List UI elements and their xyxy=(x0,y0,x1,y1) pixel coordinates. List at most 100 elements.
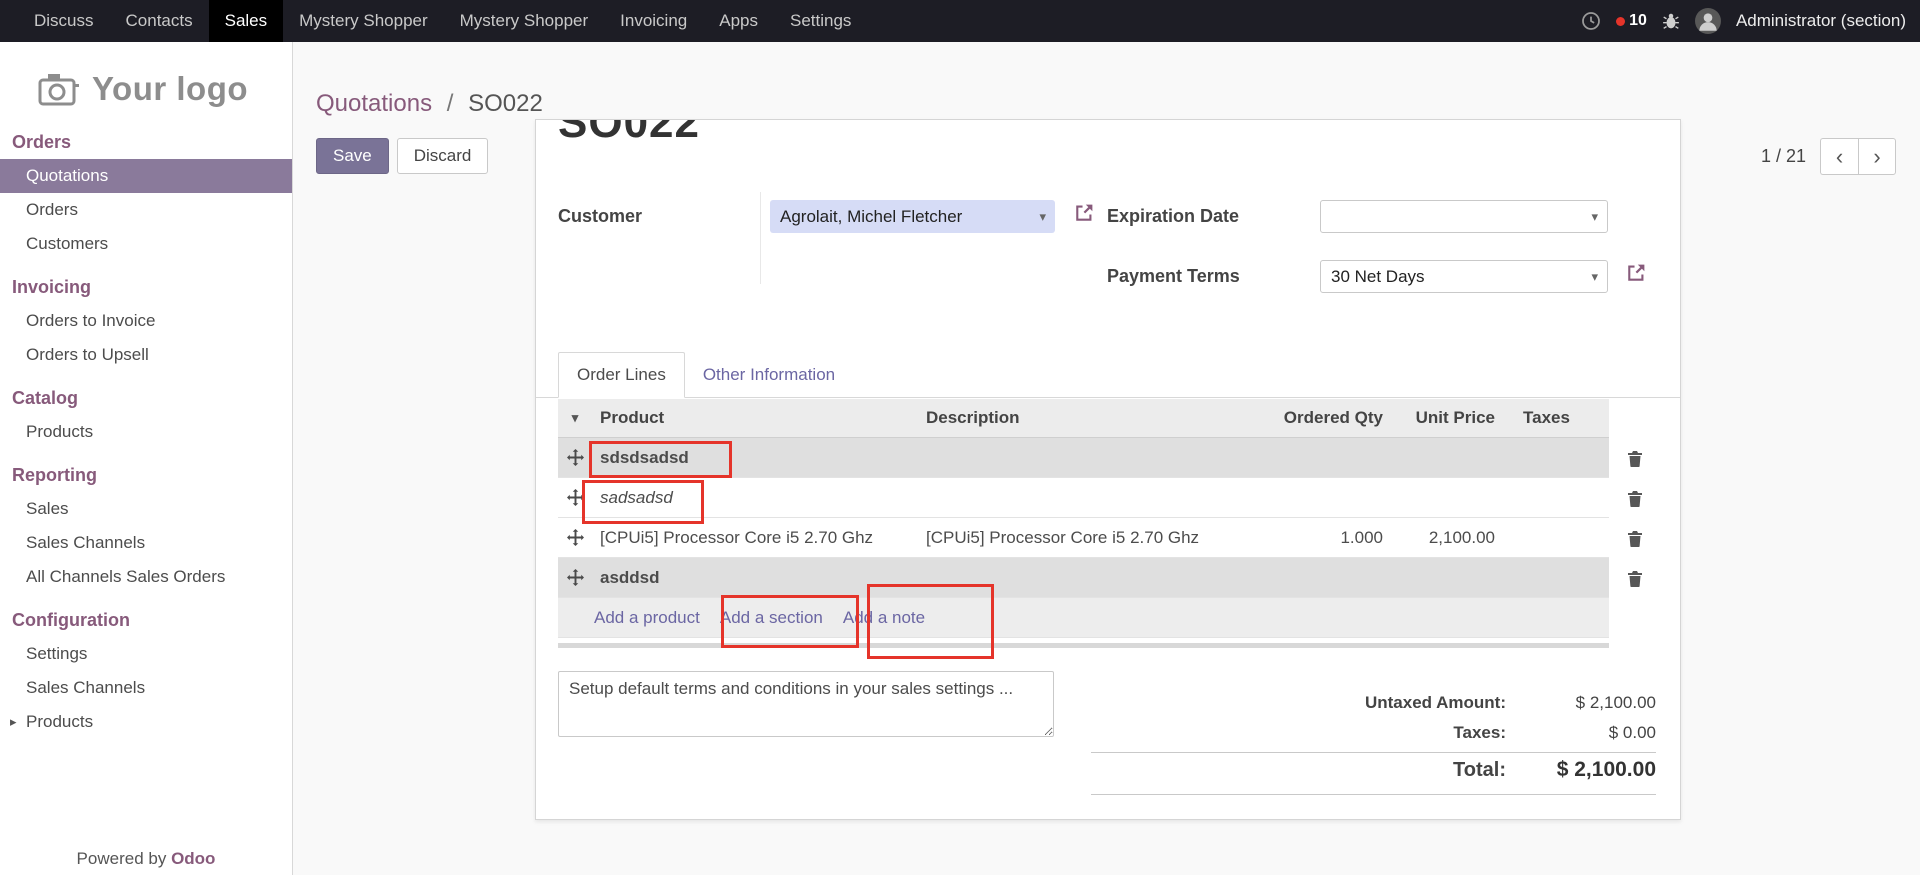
delete-row-button[interactable] xyxy=(1609,518,1660,558)
column-header-taxes[interactable]: Taxes xyxy=(1503,408,1609,428)
unread-dot-icon xyxy=(1616,17,1625,26)
avatar[interactable] xyxy=(1695,8,1721,34)
sidebar: Your logo Orders Quotations Orders Custo… xyxy=(0,42,293,875)
sidebar-item-customers[interactable]: Customers xyxy=(0,227,292,261)
company-logo: Your logo xyxy=(0,42,292,116)
odoo-link[interactable]: Odoo xyxy=(171,849,215,868)
taxes-row: Taxes: $ 0.00 xyxy=(1091,718,1656,748)
delete-row-button[interactable] xyxy=(1609,478,1660,518)
section-name-cell[interactable]: asddsd xyxy=(592,568,1609,588)
topbar-menu-settings[interactable]: Settings xyxy=(774,0,867,42)
taxes-value: $ 0.00 xyxy=(1506,723,1656,743)
app-menus: Discuss Contacts Sales Mystery Shopper M… xyxy=(0,0,867,42)
sidebar-item-products[interactable]: Products xyxy=(0,415,292,449)
column-header-ordered-qty[interactable]: Ordered Qty xyxy=(1248,408,1391,428)
topbar-menu-discuss[interactable]: Discuss xyxy=(18,0,110,42)
total-row: Total: $ 2,100.00 xyxy=(1091,753,1656,787)
activities-clock-icon[interactable] xyxy=(1581,11,1601,31)
sidebar-item-all-channels-sales-orders[interactable]: All Channels Sales Orders xyxy=(0,560,292,594)
unit-price-cell[interactable]: 2,100.00 xyxy=(1391,528,1503,548)
delete-row-button[interactable] xyxy=(1609,438,1660,478)
expand-caret-icon: ▸ xyxy=(10,714,26,730)
table-row-section-1: sdsdsadsd xyxy=(558,438,1660,478)
description-cell[interactable]: [CPUi5] Processor Core i5 2.70 Ghz xyxy=(918,528,1248,548)
customer-value: Agrolait, Michel Fletcher xyxy=(780,207,962,227)
sidebar-item-quotations[interactable]: Quotations xyxy=(0,159,292,193)
record-title: SO022 xyxy=(558,120,700,148)
topbar-menu-contacts[interactable]: Contacts xyxy=(110,0,209,42)
sidebar-item-label: Products xyxy=(26,712,93,732)
add-a-product-link[interactable]: Add a product xyxy=(594,608,700,628)
drag-handle-icon[interactable] xyxy=(558,529,592,546)
add-a-section-link[interactable]: Add a section xyxy=(720,608,823,628)
sidebar-item-orders-to-invoice[interactable]: Orders to Invoice xyxy=(0,304,292,338)
column-header-unit-price[interactable]: Unit Price xyxy=(1391,408,1503,428)
sidebar-item-orders-to-upsell[interactable]: Orders to Upsell xyxy=(0,338,292,372)
note-text-cell[interactable]: sadsadsd xyxy=(592,488,1609,508)
product-cell[interactable]: [CPUi5] Processor Core i5 2.70 Ghz xyxy=(592,528,918,548)
sidebar-nav: Orders Quotations Orders Customers Invoi… xyxy=(0,116,292,739)
drag-handle-icon[interactable] xyxy=(558,489,592,506)
topbar-menu-sales[interactable]: Sales xyxy=(209,0,284,42)
tab-other-information[interactable]: Other Information xyxy=(685,353,853,397)
breadcrumb-quotations-link[interactable]: Quotations xyxy=(316,90,432,117)
payment-terms-select[interactable]: 30 Net Days ▾ xyxy=(1320,260,1608,293)
delete-row-button[interactable] xyxy=(1609,558,1660,598)
sidebar-item-config-sales-channels[interactable]: Sales Channels xyxy=(0,671,292,705)
powered-by: Powered by Odoo xyxy=(0,849,292,869)
form-action-buttons: Save Discard xyxy=(316,138,488,174)
column-header-description[interactable]: Description xyxy=(918,408,1248,428)
bug-icon[interactable] xyxy=(1662,12,1680,30)
logo-text: Your logo xyxy=(92,70,248,108)
table-footer-row: Add a product Add a section Add a note xyxy=(558,598,1660,638)
column-toggle-caret-icon[interactable]: ▾ xyxy=(572,410,579,426)
record-title-clipped: SO022 xyxy=(558,120,700,150)
expiration-date-select[interactable]: ▾ xyxy=(1320,200,1608,233)
sidebar-item-orders[interactable]: Orders xyxy=(0,193,292,227)
horizontal-scrollbar[interactable] xyxy=(558,643,1609,648)
topbar-menu-mystery-shopper-1[interactable]: Mystery Shopper xyxy=(283,0,444,42)
table-row-note: sadsadsd xyxy=(558,478,1660,518)
order-lines-table: ▾ Product Description Ordered Qty Unit P… xyxy=(558,399,1660,648)
save-button[interactable]: Save xyxy=(316,138,389,174)
section-name-cell[interactable]: sdsdsadsd xyxy=(592,448,1609,468)
chevron-down-icon: ▾ xyxy=(1591,269,1598,285)
payment-terms-value: 30 Net Days xyxy=(1331,267,1425,287)
sidebar-item-config-settings[interactable]: Settings xyxy=(0,637,292,671)
chevron-down-icon: ▾ xyxy=(1591,209,1598,225)
breadcrumb: Quotations / SO022 xyxy=(316,90,543,118)
add-a-note-link[interactable]: Add a note xyxy=(843,608,925,628)
drag-handle-icon[interactable] xyxy=(558,569,592,586)
breadcrumb-current: SO022 xyxy=(468,90,543,117)
powered-by-text: Powered by xyxy=(77,849,167,868)
messages-counter-badge[interactable]: 10 xyxy=(1616,12,1647,30)
tab-order-lines[interactable]: Order Lines xyxy=(558,352,685,398)
payment-terms-external-link-icon[interactable] xyxy=(1626,262,1647,288)
customer-external-link-icon[interactable] xyxy=(1074,202,1095,228)
user-menu[interactable]: Administrator (section) xyxy=(1736,11,1906,31)
sidebar-item-config-products[interactable]: ▸ Products xyxy=(0,705,292,739)
customer-label: Customer xyxy=(558,206,642,227)
customer-select[interactable]: Agrolait, Michel Fletcher ▾ xyxy=(770,200,1055,233)
record-pager: 1 / 21 ‹ › xyxy=(1761,138,1896,175)
ordered-qty-cell[interactable]: 1.000 xyxy=(1248,528,1391,548)
discard-button[interactable]: Discard xyxy=(397,138,489,174)
topbar-menu-apps[interactable]: Apps xyxy=(703,0,774,42)
sidebar-section-reporting: Reporting xyxy=(0,449,292,492)
notebook-tabs: Order Lines Other Information xyxy=(536,350,1680,398)
total-value: $ 2,100.00 xyxy=(1506,758,1656,782)
pager-next-button[interactable]: › xyxy=(1858,138,1896,175)
sidebar-item-sales-report[interactable]: Sales xyxy=(0,492,292,526)
column-header-product[interactable]: Product xyxy=(592,408,918,428)
drag-handle-icon[interactable] xyxy=(558,449,592,466)
terms-conditions-input[interactable]: Setup default terms and conditions in yo… xyxy=(558,671,1054,737)
camera-icon xyxy=(38,72,80,106)
pager-previous-button[interactable]: ‹ xyxy=(1820,138,1858,175)
sidebar-section-orders: Orders xyxy=(0,116,292,159)
sidebar-item-sales-channels-report[interactable]: Sales Channels xyxy=(0,526,292,560)
field-group-divider xyxy=(760,192,761,284)
pager-count: 1 / 21 xyxy=(1761,146,1806,167)
breadcrumb-separator: / xyxy=(447,90,454,117)
topbar-menu-mystery-shopper-2[interactable]: Mystery Shopper xyxy=(444,0,605,42)
topbar-menu-invoicing[interactable]: Invoicing xyxy=(604,0,703,42)
